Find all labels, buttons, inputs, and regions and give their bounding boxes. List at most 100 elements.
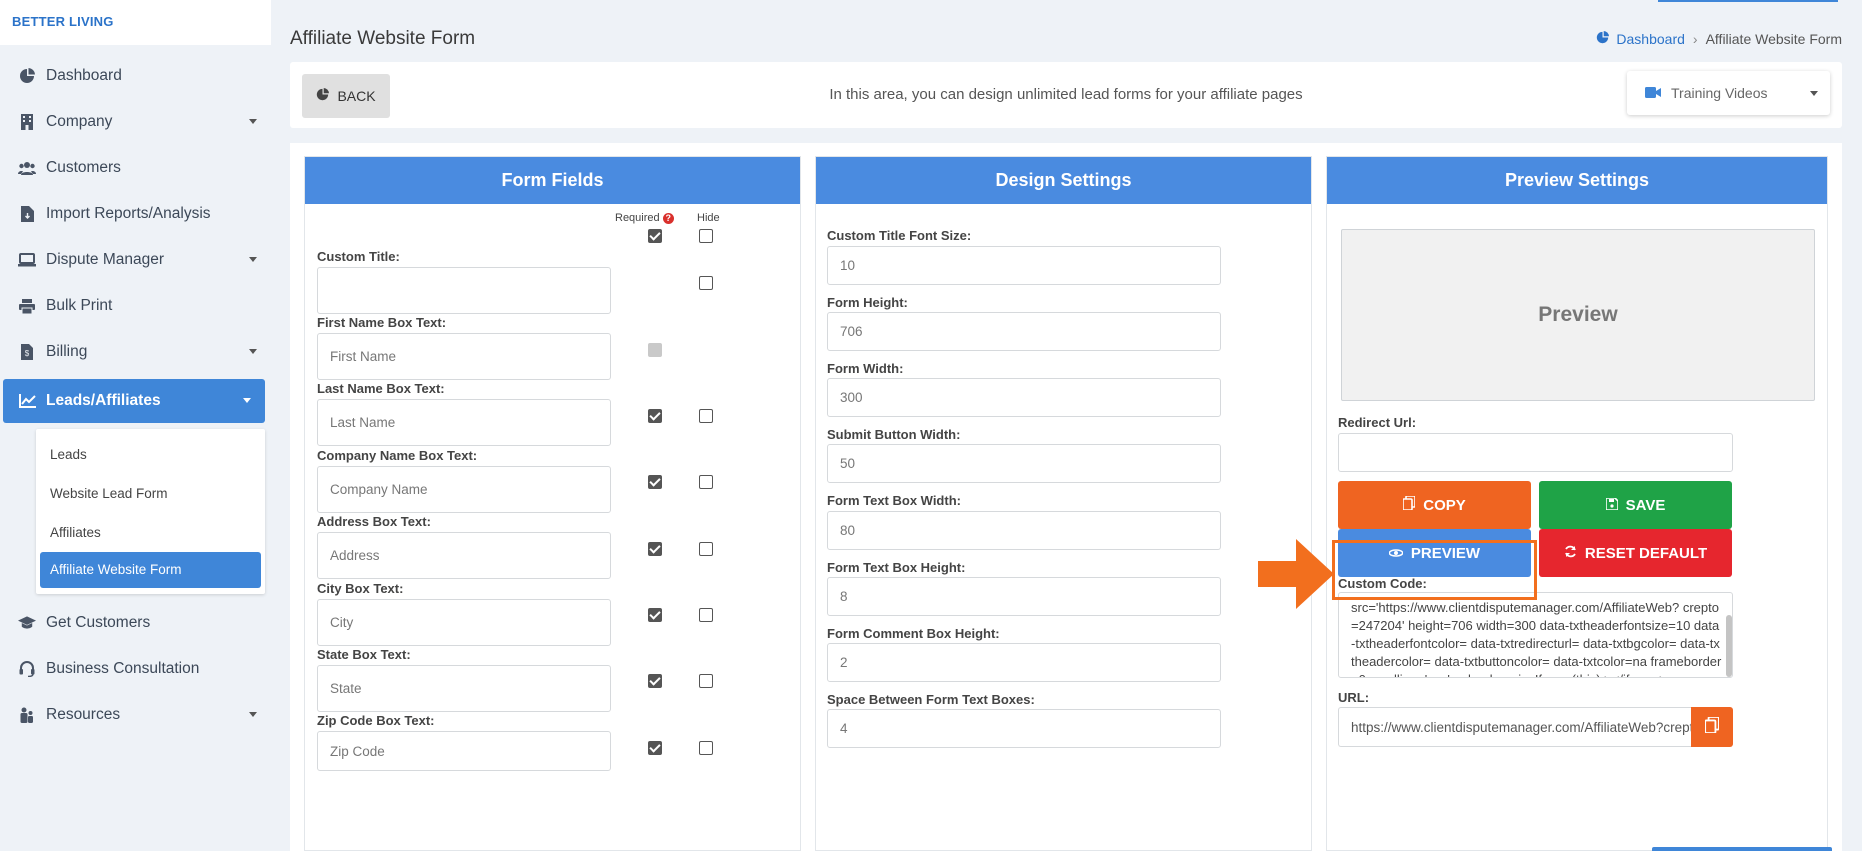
invoice-icon: $	[18, 343, 36, 361]
hide-all-checkbox[interactable]	[699, 229, 713, 243]
required-zip-code-checkbox[interactable]	[648, 741, 662, 755]
printer-icon	[18, 297, 36, 315]
main-content: Form Fields Required ? Hide Custom Title…	[290, 143, 1842, 851]
breadcrumb-dashboard-link[interactable]: Dashboard	[1596, 31, 1685, 47]
sidebar: BETTER LIVING Dashboard Company Customer…	[0, 0, 271, 851]
chevron-down-icon	[243, 398, 251, 403]
field-label: Last Name Box Text:	[317, 381, 445, 396]
field-label: Form Height:	[827, 295, 908, 310]
required-all-checkbox[interactable]	[648, 229, 662, 243]
redirect-url-input[interactable]	[1338, 433, 1733, 472]
address-input[interactable]: Address	[317, 532, 611, 579]
sidebar-item-leads-affiliates[interactable]: Leads/Affiliates	[3, 379, 265, 423]
submenu-item-leads[interactable]: Leads	[40, 435, 261, 474]
required-city-checkbox[interactable]	[648, 608, 662, 622]
copy-icon	[1704, 715, 1720, 738]
hide-city-checkbox[interactable]	[699, 608, 713, 622]
field-label: Custom Title:	[317, 249, 400, 264]
field-label: Submit Button Width:	[827, 427, 961, 442]
leads-submenu: Leads Website Lead Form Affiliates Affil…	[36, 429, 265, 594]
url-field[interactable]: https://www.clientdisputemanager.com/Aff…	[1338, 707, 1692, 747]
form-fields-panel: Form Fields Required ? Hide Custom Title…	[304, 156, 801, 851]
title-font-size-input[interactable]: 10	[827, 246, 1221, 285]
text-box-width-input[interactable]: 80	[827, 511, 1221, 550]
sidebar-item-business-consultation[interactable]: Business Consultation	[0, 646, 271, 692]
graduation-cap-icon	[18, 614, 36, 632]
submit-button-width-input[interactable]: 50	[827, 444, 1221, 483]
hide-zip-code-checkbox[interactable]	[699, 741, 713, 755]
submenu-item-affiliate-website-form[interactable]: Affiliate Website Form	[40, 552, 261, 588]
hide-state-checkbox[interactable]	[699, 674, 713, 688]
breadcrumb-current: Affiliate Website Form	[1705, 31, 1842, 47]
preview-settings-panel: Preview Settings Preview Redirect Url: C…	[1326, 156, 1828, 851]
sidebar-item-dashboard[interactable]: Dashboard	[0, 53, 271, 99]
hide-company-name-checkbox[interactable]	[699, 475, 713, 489]
sidebar-nav: Dashboard Company Customers Import Repor…	[0, 45, 271, 738]
form-height-input[interactable]: 706	[827, 312, 1221, 351]
help-icon[interactable]: ?	[662, 212, 674, 224]
preview-highlight-box	[1332, 540, 1537, 600]
submenu-item-affiliates[interactable]: Affiliates	[40, 513, 261, 552]
sidebar-item-company[interactable]: Company	[0, 99, 271, 145]
custom-code-textarea[interactable]: src='https://www.clientdisputemanager.co…	[1338, 592, 1733, 678]
zip-code-input[interactable]: Zip Code	[317, 731, 611, 771]
state-input[interactable]: State	[317, 665, 611, 712]
sidebar-item-bulk-print[interactable]: Bulk Print	[0, 283, 271, 329]
sidebar-item-label: Resources	[46, 706, 121, 723]
sidebar-item-resources[interactable]: Resources	[0, 692, 271, 738]
last-name-input[interactable]: Last Name	[317, 399, 611, 446]
hide-custom-title-checkbox[interactable]	[699, 276, 713, 290]
sidebar-item-import-reports[interactable]: Import Reports/Analysis	[0, 191, 271, 237]
required-column-header: Required ?	[615, 212, 674, 224]
required-last-name-checkbox[interactable]	[648, 409, 662, 423]
submenu-item-website-lead-form[interactable]: Website Lead Form	[40, 474, 261, 513]
city-input[interactable]: City	[317, 599, 611, 646]
sidebar-item-label: Dispute Manager	[46, 251, 165, 268]
required-address-checkbox[interactable]	[648, 542, 662, 556]
hide-address-checkbox[interactable]	[699, 542, 713, 556]
field-label: City Box Text:	[317, 581, 404, 596]
chart-line-icon	[18, 392, 36, 410]
required-state-checkbox[interactable]	[648, 674, 662, 688]
form-width-input[interactable]: 300	[827, 378, 1221, 417]
page-title: Affiliate Website Form	[290, 28, 476, 49]
design-settings-panel: Design Settings Custom Title Font Size: …	[815, 156, 1312, 851]
chevron-right-icon: ›	[1692, 31, 1698, 47]
dashboard-icon	[18, 67, 36, 85]
info-message: In this area, you can design unlimited l…	[829, 86, 1303, 103]
hide-column-header: Hide	[697, 212, 720, 224]
custom-title-input[interactable]	[317, 267, 611, 314]
sidebar-item-customers[interactable]: Customers	[0, 145, 271, 191]
company-name-input[interactable]: Company Name	[317, 466, 611, 513]
field-label: Form Text Box Width:	[827, 493, 961, 508]
copy-button[interactable]: COPY	[1338, 481, 1531, 529]
space-between-boxes-input[interactable]: 4	[827, 709, 1221, 748]
training-videos-dropdown[interactable]: Training Videos	[1627, 71, 1830, 115]
first-name-input[interactable]: First Name	[317, 333, 611, 380]
sidebar-item-label: Leads/Affiliates	[46, 392, 161, 409]
field-label: Form Text Box Height:	[827, 560, 966, 575]
sidebar-item-dispute-manager[interactable]: Dispute Manager	[0, 237, 271, 283]
save-button[interactable]: SAVE	[1539, 481, 1732, 529]
field-label: First Name Box Text:	[317, 315, 447, 330]
hide-last-name-checkbox[interactable]	[699, 409, 713, 423]
chevron-down-icon	[1810, 91, 1818, 96]
video-camera-icon	[1645, 85, 1661, 101]
text-box-height-input[interactable]: 8	[827, 577, 1221, 616]
topbar: BACK In this area, you can design unlimi…	[290, 62, 1842, 128]
sidebar-item-label: Bulk Print	[46, 297, 113, 314]
comment-box-height-input[interactable]: 2	[827, 643, 1221, 682]
copy-icon	[1402, 495, 1417, 514]
sidebar-item-billing[interactable]: $ Billing	[0, 329, 271, 375]
sidebar-item-get-customers[interactable]: Get Customers	[0, 600, 271, 646]
preview-area: Preview	[1341, 229, 1815, 401]
refresh-icon	[1564, 545, 1577, 562]
url-copy-button[interactable]	[1691, 707, 1733, 747]
users-icon	[18, 159, 36, 177]
required-company-name-checkbox[interactable]	[648, 475, 662, 489]
reset-button-label: RESET DEFAULT	[1584, 544, 1708, 562]
code-scrollbar[interactable]	[1726, 615, 1732, 677]
brand-logo[interactable]: BETTER LIVING	[0, 0, 271, 45]
reset-default-button[interactable]: RESET DEFAULT	[1539, 529, 1732, 577]
form-fields-title: Form Fields	[305, 157, 800, 204]
